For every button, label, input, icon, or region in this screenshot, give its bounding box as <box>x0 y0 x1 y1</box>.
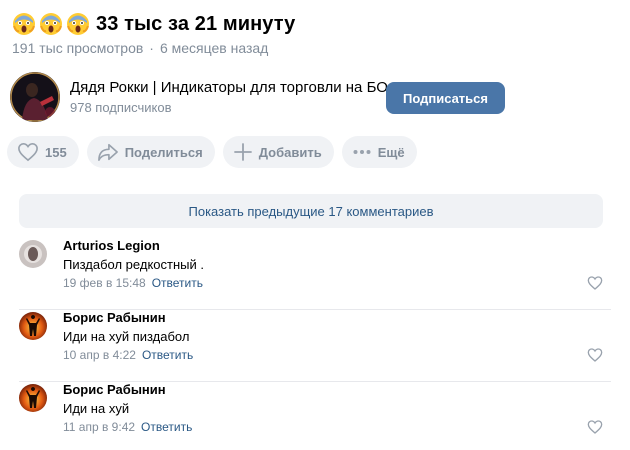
screaming-face-icon <box>13 13 35 35</box>
comment-item: Борис Рабынин Иди на хуй 11 апр в 9:42 От… <box>19 382 611 450</box>
upload-age: 6 месяцев назад <box>159 40 269 56</box>
comment-date[interactable]: 10 апр в 4:22 <box>63 348 136 362</box>
channel-name[interactable]: Дядя Рокки | Индикаторы для торговли на … <box>70 79 388 96</box>
video-title: 33 тыс за 21 минуту <box>96 12 296 35</box>
comment-item: Arturios Legion Пиздабол редкостный . 19… <box>19 238 611 310</box>
share-button[interactable]: Поделиться <box>86 136 215 168</box>
reply-link[interactable]: Ответить <box>152 276 203 290</box>
heart-icon <box>18 142 38 162</box>
reply-link[interactable]: Ответить <box>142 348 193 362</box>
add-button[interactable]: Добавить <box>222 136 334 168</box>
subscribe-button[interactable]: Подписаться <box>386 82 505 114</box>
video-title-row: 33 тыс за 21 минуту <box>12 10 295 38</box>
comment-avatar[interactable] <box>19 312 47 340</box>
like-button[interactable]: 155 <box>7 136 79 168</box>
more-dots-icon <box>353 150 371 154</box>
channel-avatar-image <box>10 72 60 122</box>
comment-footer: 19 фев в 15:48 Ответить <box>63 276 203 290</box>
share-icon <box>97 143 118 161</box>
show-previous-comments-button[interactable]: Показать предыдущие 17 комментариев <box>19 194 603 228</box>
screaming-face-icon <box>67 13 89 35</box>
more-label: Ещё <box>377 144 405 160</box>
plus-icon <box>233 143 252 161</box>
comment-text: Иди на хуй <box>63 401 130 416</box>
screaming-face-icon <box>40 13 62 35</box>
comment-author[interactable]: Борис Рабынин <box>63 310 166 325</box>
comment-avatar[interactable] <box>19 384 47 412</box>
more-button[interactable]: Ещё <box>341 136 417 168</box>
channel-info: Дядя Рокки | Индикаторы для торговли на … <box>70 79 388 115</box>
channel-avatar[interactable] <box>10 72 60 122</box>
share-label: Поделиться <box>124 144 203 160</box>
avatar-image <box>19 240 47 268</box>
comment-like-heart-icon[interactable] <box>587 275 603 291</box>
comment-date[interactable]: 11 апр в 9:42 <box>63 420 135 434</box>
comment-footer: 10 апр в 4:22 Ответить <box>63 348 193 362</box>
action-bar: 155 Поделиться Добавить Ещё <box>7 136 417 168</box>
title-emoji-group <box>12 12 90 36</box>
subscriber-count: 978 подписчиков <box>70 100 172 115</box>
video-meta: 191 тыс просмотров · 6 месяцев назад <box>12 40 268 56</box>
comment-date[interactable]: 19 фев в 15:48 <box>63 276 146 290</box>
comment-like-heart-icon[interactable] <box>587 419 603 435</box>
view-count: 191 тыс просмотров <box>12 40 144 56</box>
avatar-image <box>19 384 47 412</box>
comments-list: Arturios Legion Пиздабол редкостный . 19… <box>19 238 611 450</box>
comment-author[interactable]: Arturios Legion <box>63 238 160 253</box>
channel-block: Дядя Рокки | Индикаторы для торговли на … <box>10 72 388 122</box>
comment-text: Пиздабол редкостный . <box>63 257 204 272</box>
add-label: Добавить <box>258 144 322 160</box>
avatar-image <box>19 312 47 340</box>
meta-separator: · <box>149 40 154 56</box>
comment-like-heart-icon[interactable] <box>587 347 603 363</box>
reply-link[interactable]: Ответить <box>141 420 192 434</box>
like-count: 155 <box>45 144 67 160</box>
comment-item: Борис Рабынин Иди на хуй пиздабол 10 апр… <box>19 310 611 382</box>
comment-text: Иди на хуй пиздабол <box>63 329 190 344</box>
comment-avatar[interactable] <box>19 240 47 268</box>
comment-footer: 11 апр в 9:42 Ответить <box>63 420 192 434</box>
comment-author[interactable]: Борис Рабынин <box>63 382 166 397</box>
